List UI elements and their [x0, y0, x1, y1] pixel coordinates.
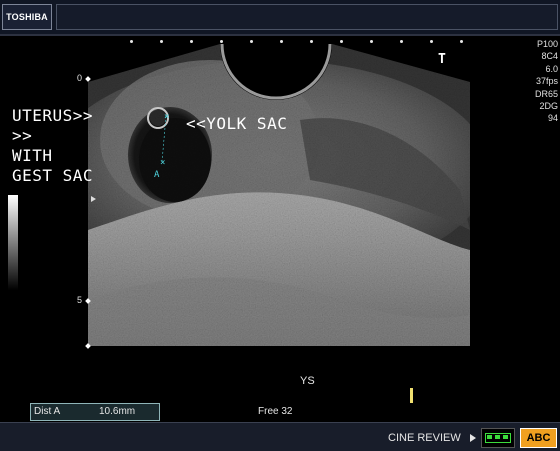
- caliper-label: A: [154, 170, 160, 180]
- param-frequency: P100: [536, 39, 558, 49]
- param-mhz: 6.0: [545, 63, 558, 74]
- annotation-line: WITH: [12, 146, 53, 165]
- caliper-bottom-marker[interactable]: ×: [160, 158, 165, 168]
- depth-label-5: 5: [77, 295, 83, 305]
- param-dynamic-range: DR65: [534, 88, 558, 99]
- annotation-uterus[interactable]: UTERUS>> >> WITH GEST SAC: [12, 106, 93, 186]
- grayscale-bar: [8, 195, 18, 290]
- param-gain-mode: 2DG: [539, 101, 558, 112]
- measurement-box: Dist A 10.6mm: [30, 403, 160, 421]
- param-gain: 94: [547, 113, 558, 124]
- measurement-name: Dist A: [34, 406, 61, 417]
- scan-sector: [88, 44, 470, 346]
- annotation-yolk-sac[interactable]: <<YOLK SAC: [186, 114, 287, 134]
- cine-review-label: CINE REVIEW: [388, 432, 461, 444]
- probe-orientation-marker: T: [438, 52, 446, 67]
- measurement-value: 10.6mm: [99, 406, 136, 417]
- abc-annotation-button[interactable]: ABC: [520, 428, 557, 448]
- depth-label-0: 0: [77, 73, 83, 83]
- memory-status: Free 32: [258, 406, 293, 417]
- play-icon[interactable]: [470, 434, 476, 442]
- film-frames-icon: [485, 433, 511, 443]
- image-label: YS: [300, 375, 315, 387]
- annotation-line: >>: [12, 126, 33, 145]
- focus-marker[interactable]: [91, 196, 96, 202]
- lateral-scale: [130, 40, 470, 46]
- status-bar: CINE REVIEW ABC: [0, 422, 560, 451]
- cine-review-button[interactable]: [481, 428, 515, 448]
- cine-position-marker[interactable]: [410, 388, 413, 403]
- annotation-line: GEST SAC: [12, 166, 94, 185]
- scan-parameters: P100 8C4 6.0 37fps DR65 2DG 94: [518, 38, 558, 125]
- ultrasound-image: × ×: [88, 43, 470, 346]
- caliper-top-marker[interactable]: ×: [164, 112, 169, 122]
- annotation-line: UTERUS>>: [12, 106, 94, 125]
- param-probe: 8C4: [541, 51, 558, 62]
- param-fps: 37fps: [535, 76, 558, 87]
